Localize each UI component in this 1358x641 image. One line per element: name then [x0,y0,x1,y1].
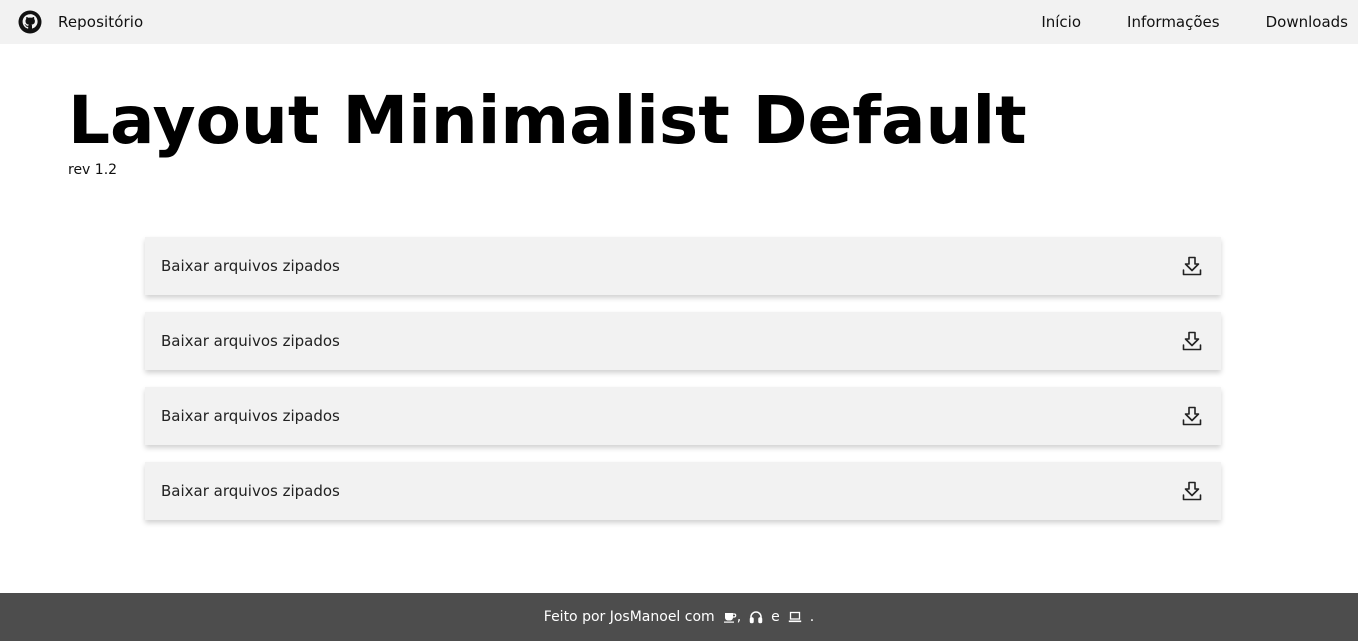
repository-label: Repositório [58,13,144,31]
download-item-label: Baixar arquivos zipados [161,482,340,500]
download-icon[interactable] [1181,255,1203,277]
repository-link[interactable]: Repositório [18,10,143,34]
download-icon[interactable] [1181,405,1203,427]
footer-comma: , [736,609,742,625]
laptop-icon [788,610,802,624]
revision-label: rev 1.2 [68,162,118,178]
footer-credit-text: Feito por JosManoel com [543,609,715,625]
download-item[interactable]: Baixar arquivos zipados [145,237,1221,295]
download-icon[interactable] [1181,330,1203,352]
main-nav: Início Informações Downloads [995,13,1348,31]
download-item[interactable]: Baixar arquivos zipados [145,312,1221,370]
headphones-icon [749,610,763,624]
top-navbar: Repositório Início Informações Downloads [0,0,1358,44]
download-item-label: Baixar arquivos zipados [161,407,340,425]
download-item[interactable]: Baixar arquivos zipados [145,462,1221,520]
nav-downloads[interactable]: Downloads [1266,13,1348,31]
footer-period: . [809,609,815,625]
download-item-label: Baixar arquivos zipados [161,332,340,350]
download-list: Baixar arquivos zipados Baixar arquivos … [145,237,1221,537]
coffee-icon [723,610,737,624]
footer: Feito por JosManoel com , e . [0,593,1358,641]
footer-and: e [771,609,780,625]
download-item-label: Baixar arquivos zipados [161,257,340,275]
nav-inicio[interactable]: Início [1041,13,1081,31]
hero-section: Layout Minimalist Default rev 1.2 [68,82,1027,178]
page-title: Layout Minimalist Default [68,82,1027,159]
nav-informacoes[interactable]: Informações [1127,13,1220,31]
github-icon [18,10,42,34]
download-icon[interactable] [1181,480,1203,502]
download-item[interactable]: Baixar arquivos zipados [145,387,1221,445]
